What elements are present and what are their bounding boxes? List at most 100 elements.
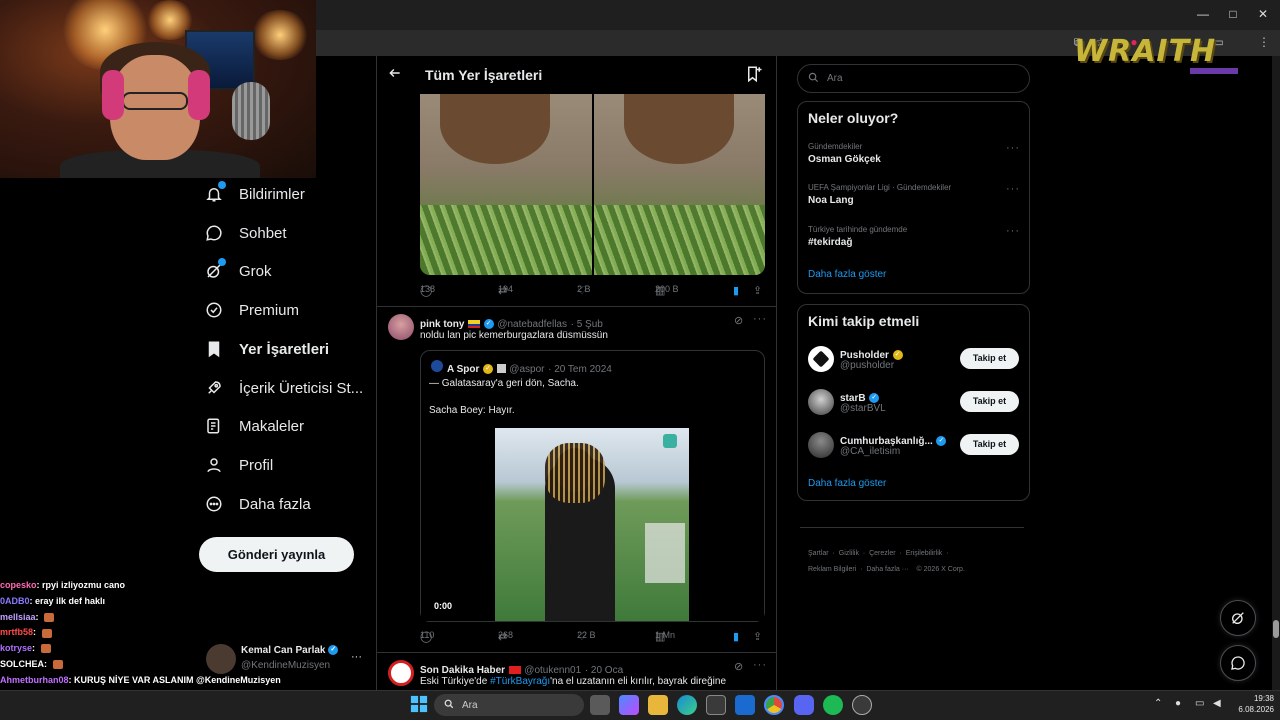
grok-float-button[interactable]: [1220, 600, 1256, 636]
taskbar-clock[interactable]: 19:38 6.08.2026: [1230, 693, 1274, 715]
search-input[interactable]: Ara: [797, 64, 1030, 93]
video-frame[interactable]: [495, 428, 689, 621]
maximize-button[interactable]: □: [1218, 4, 1248, 24]
trend-more-icon[interactable]: ···: [1006, 225, 1020, 237]
taskbar-search[interactable]: Ara: [434, 694, 584, 716]
network-icon[interactable]: ▭: [1195, 698, 1204, 709]
sidebar-item-label: Yer İşaretleri: [239, 340, 330, 358]
rocket-icon: [203, 377, 225, 399]
chat-text: :: [33, 627, 39, 638]
trend-more-icon[interactable]: ···: [1006, 142, 1020, 154]
sidebar-item-bookmarks[interactable]: Yer İşaretleri: [203, 335, 329, 363]
scrollbar-thumb[interactable]: [1273, 620, 1279, 638]
trend-item[interactable]: Gündemdekiler Osman Gökçek ···: [808, 142, 1020, 165]
like-button[interactable]: ♡ 22 B: [577, 630, 596, 643]
chrome-icon[interactable]: [764, 695, 784, 715]
tweet-author-handle[interactable]: @natebadfellas: [497, 319, 567, 330]
mail-icon[interactable]: [735, 695, 755, 715]
footer-link[interactable]: Reklam Bilgileri: [808, 566, 856, 573]
trend-item[interactable]: UEFA Şampiyonlar Ligi · Gündemdekiler No…: [808, 183, 1020, 206]
footer-link[interactable]: Gizlilik: [839, 550, 859, 557]
tweet-actions: ◯ 110 ⇄ 268 ♡ 22 B ▥ 1 Mn ▮ ⇪: [420, 630, 765, 646]
views-button[interactable]: ▥ 1 Mn: [655, 630, 675, 643]
file-explorer-icon[interactable]: [648, 695, 668, 715]
retweet-button[interactable]: ⇄ 268: [498, 630, 513, 643]
task-view-icon[interactable]: [590, 695, 610, 715]
copilot-icon[interactable]: [619, 695, 639, 715]
avatar[interactable]: [388, 314, 414, 340]
footer-links-row2: Reklam Bilgileri · Daha fazla ··· © 2026…: [808, 566, 965, 573]
close-window-button[interactable]: ✕: [1248, 4, 1278, 24]
sidebar-item-notifications[interactable]: Bildirimler: [203, 180, 305, 208]
tweet-time[interactable]: · 20 Oca: [585, 665, 623, 676]
follow-show-more-link[interactable]: Daha fazla göster: [808, 478, 886, 489]
reply-button[interactable]: ◯ 138: [420, 284, 435, 297]
grok-analyze-icon[interactable]: ⊘: [734, 314, 743, 327]
spotify-icon[interactable]: [823, 695, 843, 715]
search-placeholder: Ara: [827, 73, 843, 84]
back-arrow-icon[interactable]: [388, 66, 402, 85]
footer-link[interactable]: Daha fazla ···: [866, 566, 908, 573]
tray-chevron-icon[interactable]: ⌃: [1154, 698, 1162, 709]
sidebar-item-profile[interactable]: Profil: [203, 451, 273, 479]
avatar[interactable]: [388, 660, 414, 686]
tweet-time[interactable]: · 5 Şub: [571, 319, 603, 330]
follow-button[interactable]: Takip et: [960, 434, 1019, 455]
sidebar-item-more[interactable]: Daha fazla: [203, 490, 311, 518]
sidebar-item-label: Daha fazla: [239, 495, 311, 513]
store-icon[interactable]: [706, 695, 726, 715]
volume-icon[interactable]: ◀: [1213, 698, 1221, 709]
copyright-text: © 2026 X Corp.: [916, 566, 965, 573]
chat-username: mrtfb58: [0, 627, 34, 638]
verified-icon: ✓: [869, 392, 880, 403]
chat-text: :: [44, 658, 50, 669]
tweet-more-icon[interactable]: ···: [753, 313, 767, 325]
trend-item[interactable]: Türkiye tarihinde gündemde #tekirdağ ···: [808, 225, 1020, 248]
steam-icon[interactable]: [852, 695, 872, 715]
chat-message: copesko: rpyi izliyozmu cano: [0, 578, 316, 594]
tweet-more-icon[interactable]: ···: [753, 659, 767, 671]
grok-analyze-icon[interactable]: ⊘: [734, 660, 743, 673]
sidebar-item-grok[interactable]: Grok: [203, 257, 272, 285]
follow-button[interactable]: Takip et: [960, 348, 1019, 369]
discord-icon[interactable]: [794, 695, 814, 715]
microphone-icon[interactable]: ●: [1175, 698, 1181, 709]
tweet-header: Son Dakika Haber @otukenn01 · 20 Oca: [420, 661, 623, 676]
sidebar-item-chat[interactable]: Sohbet: [203, 219, 287, 247]
minimize-button[interactable]: —: [1188, 4, 1218, 24]
sidebar-item-premium[interactable]: Premium: [203, 296, 299, 324]
footer-link[interactable]: Çerezler: [869, 550, 895, 557]
tweet-author-name[interactable]: pink tony: [420, 319, 464, 330]
hashtag-link[interactable]: #TürkBayrağı: [490, 676, 550, 687]
sidebar-item-label: Profil: [239, 456, 274, 474]
views-button[interactable]: ▥ 200 B: [655, 284, 679, 297]
like-button[interactable]: ♡ 2 B: [577, 284, 591, 297]
messages-float-button[interactable]: [1220, 645, 1256, 681]
follow-suggestion[interactable]: Cumhurbaşkanlığ... ✓ @CA_iletisim Takip …: [808, 431, 1020, 459]
chat-username: mellsiaa: [0, 611, 36, 622]
tweet-media-image[interactable]: [420, 94, 765, 275]
tweet-author-handle[interactable]: @otukenn01: [524, 665, 581, 676]
avatar: [431, 360, 443, 372]
post-button[interactable]: Gönderi yayınla: [199, 537, 354, 572]
windows-start-icon[interactable]: [410, 695, 428, 716]
sidebar-item-articles[interactable]: Makaleler: [203, 412, 304, 440]
follow-suggestion[interactable]: starB ✓ @starBVL Takip et: [808, 388, 1020, 416]
more-dots-icon[interactable]: ···: [351, 651, 362, 663]
retweet-button[interactable]: ⇄ 194: [498, 284, 513, 297]
trend-more-icon[interactable]: ···: [1006, 183, 1020, 195]
follow-button[interactable]: Takip et: [960, 391, 1019, 412]
tweet-author-name[interactable]: Son Dakika Haber: [420, 665, 505, 676]
footer-link[interactable]: Erişilebilirlik: [906, 550, 943, 557]
edge-icon[interactable]: [677, 695, 697, 715]
sidebar-item-creator-studio[interactable]: İçerik Üreticisi St...: [203, 374, 363, 402]
browser-menu-icon[interactable]: ⋮: [1256, 34, 1272, 50]
webcam-overlay: [0, 0, 316, 178]
scrollbar-track[interactable]: [1272, 56, 1280, 690]
reply-button[interactable]: ◯ 110: [420, 630, 434, 643]
follow-suggestion[interactable]: Pusholder ✓ @pusholder Takip et: [808, 345, 1020, 373]
clear-bookmarks-icon[interactable]: [745, 65, 763, 88]
footer-link[interactable]: Şartlar: [808, 550, 829, 557]
trends-title: Neler oluyor?: [808, 110, 899, 126]
trends-show-more-link[interactable]: Daha fazla göster: [808, 269, 886, 280]
